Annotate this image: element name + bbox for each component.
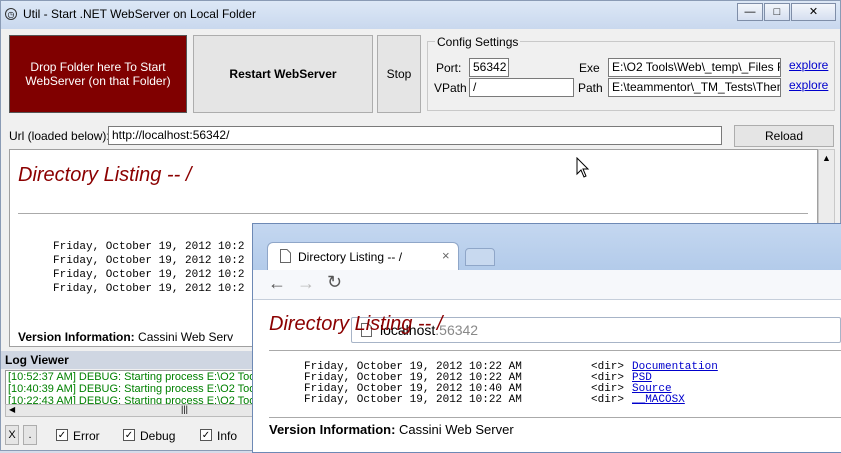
browser-version-info: Version Information: Cassini Web Server bbox=[269, 422, 514, 437]
tab-close-icon[interactable]: × bbox=[442, 248, 450, 263]
pane-row: Friday, October 19, 2012 10:2 bbox=[53, 241, 245, 253]
exe-label: Exe bbox=[579, 61, 600, 75]
reload-button[interactable]: Reload bbox=[734, 125, 834, 147]
explore-exe-link[interactable]: explore bbox=[789, 58, 828, 72]
page-icon bbox=[280, 249, 291, 263]
scroll-thumb[interactable]: ||| bbox=[181, 404, 188, 414]
pane-row: Friday, October 19, 2012 10:2 bbox=[53, 269, 245, 281]
minimize-button[interactable]: — bbox=[737, 3, 763, 21]
window-title: Util - Start .NET WebServer on Local Fol… bbox=[23, 7, 256, 21]
pane-version-label: Version Information: bbox=[18, 330, 135, 344]
pane-page-title: Directory Listing -- / bbox=[18, 164, 192, 186]
back-arrow-icon[interactable]: ← bbox=[268, 273, 286, 294]
port-label: Port: bbox=[436, 61, 462, 75]
pane-version-value: Cassini Web Serv bbox=[138, 330, 234, 344]
stop-button[interactable]: Stop bbox=[377, 35, 421, 113]
chrome-tab-strip: Directory Listing -- / × bbox=[253, 224, 841, 270]
port-field[interactable]: 56342 bbox=[469, 58, 509, 77]
refresh-icon[interactable]: ↻ bbox=[327, 272, 342, 293]
browser-page-title: Directory Listing -- / bbox=[269, 313, 443, 335]
restart-webserver-button[interactable]: Restart WebServer bbox=[193, 35, 373, 113]
config-settings-legend: Config Settings bbox=[435, 35, 521, 49]
path-label: Path bbox=[578, 81, 603, 95]
url-input[interactable]: http://localhost:56342/ bbox=[108, 126, 722, 145]
entry-link-macosx[interactable]: __MACOSX bbox=[632, 394, 685, 406]
log-viewer-header: Log Viewer bbox=[1, 351, 261, 369]
log-line: [10:52:37 AM] DEBUG: Starting process E:… bbox=[8, 371, 257, 383]
error-label: Error bbox=[73, 429, 100, 443]
pane-version-info: Version Information: Cassini Web Serv bbox=[18, 330, 233, 344]
forward-arrow-icon[interactable]: → bbox=[297, 273, 315, 294]
entry-type: <dir> bbox=[591, 394, 625, 406]
maximize-button[interactable]: □ bbox=[764, 3, 790, 21]
clear-log-button[interactable]: X bbox=[5, 425, 19, 445]
pane-row: Friday, October 19, 2012 10:2 bbox=[53, 283, 245, 295]
mouse-cursor-icon bbox=[576, 157, 590, 178]
pane-row: Friday, October 19, 2012 10:2 bbox=[53, 255, 245, 267]
vpath-label: VPath bbox=[434, 81, 467, 95]
log-line: [10:40:39 AM] DEBUG: Starting process E:… bbox=[8, 383, 257, 395]
info-checkbox[interactable]: ✓ bbox=[200, 429, 212, 441]
exe-field[interactable]: E:\O2 Tools\Web\_temp\_Files For bbox=[608, 58, 781, 77]
log-hscrollbar[interactable]: ◀ ||| bbox=[5, 404, 257, 417]
error-checkbox[interactable]: ✓ bbox=[56, 429, 68, 441]
explore-path-link[interactable]: explore bbox=[789, 78, 828, 92]
debug-label: Debug bbox=[140, 429, 176, 443]
title-bar[interactable]: ◷ Util - Start .NET WebServer on Local F… bbox=[1, 1, 840, 29]
info-label: Info bbox=[217, 429, 238, 443]
clock-icon: ◷ bbox=[5, 8, 17, 20]
vpath-field[interactable]: / bbox=[469, 78, 574, 97]
close-button[interactable]: ✕ bbox=[791, 3, 836, 21]
debug-checkbox[interactable]: ✓ bbox=[123, 429, 135, 441]
tab-title: Directory Listing -- / bbox=[298, 250, 403, 264]
scroll-left-icon[interactable]: ◀ bbox=[9, 405, 15, 414]
path-field[interactable]: E:\teammentor\_TM_Tests\Theme bbox=[608, 78, 781, 97]
chrome-window: Directory Listing -- / × ← → ↻ localhost… bbox=[252, 223, 841, 453]
browser-version-label: Version Information: bbox=[269, 422, 396, 437]
tab-directory-listing[interactable]: Directory Listing -- / × bbox=[267, 242, 459, 270]
browser-divider-bottom bbox=[269, 417, 841, 418]
log-dot-button[interactable]: . bbox=[23, 425, 37, 445]
chrome-toolbar: ← → ↻ localhost:56342 bbox=[253, 270, 841, 343]
scroll-up-icon[interactable]: ▲ bbox=[822, 153, 831, 163]
browser-version-value: Cassini Web Server bbox=[399, 422, 514, 437]
url-label: Url (loaded below): bbox=[9, 129, 110, 143]
browser-divider bbox=[269, 350, 841, 351]
pane-divider bbox=[18, 213, 808, 214]
entry-date: Friday, October 19, 2012 10:22 AM bbox=[304, 394, 522, 406]
drop-folder-button[interactable]: Drop Folder here To Start WebServer (on … bbox=[9, 35, 187, 113]
new-tab-button[interactable] bbox=[465, 248, 495, 266]
